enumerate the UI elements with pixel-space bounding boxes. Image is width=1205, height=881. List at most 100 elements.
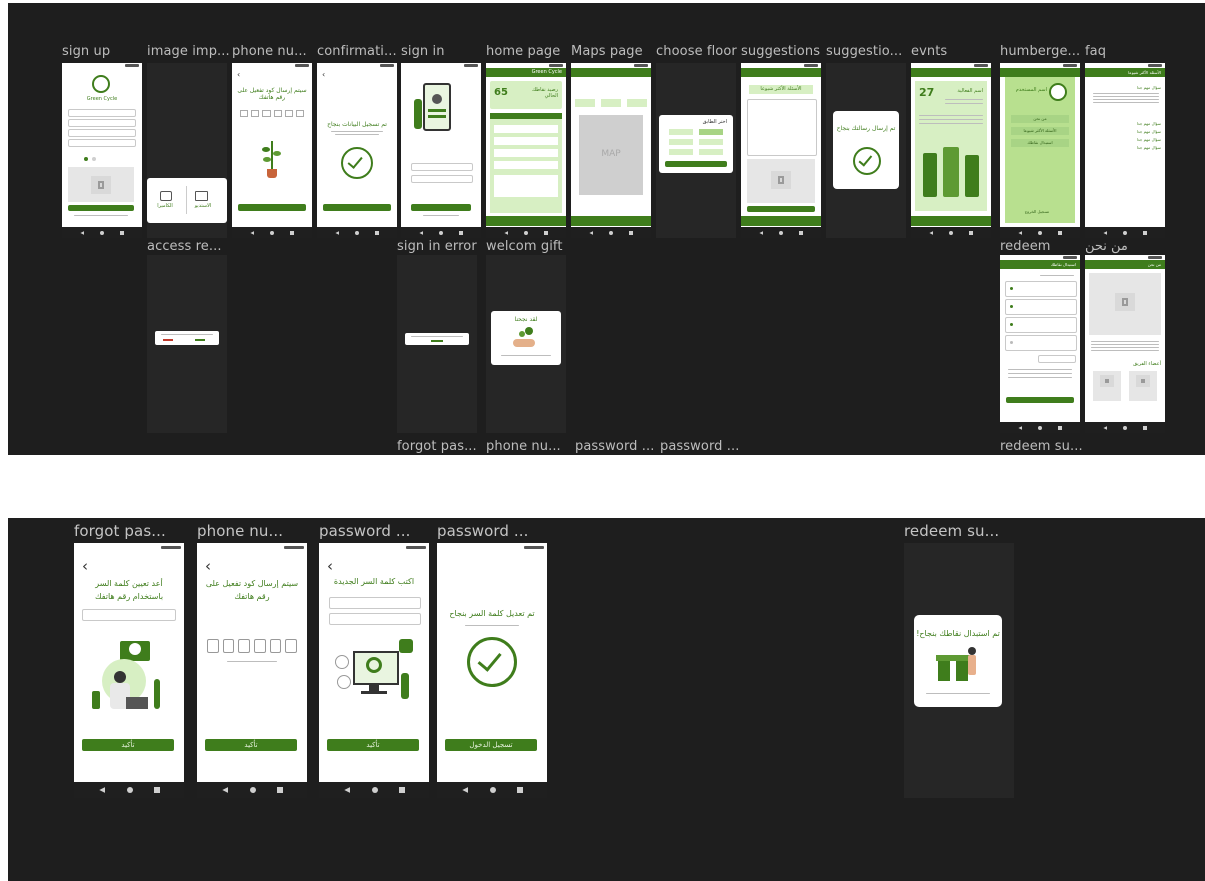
signup-button[interactable] bbox=[68, 205, 134, 211]
home-list-item[interactable] bbox=[494, 125, 558, 133]
redeem-option[interactable] bbox=[1005, 281, 1077, 297]
new-password-field[interactable] bbox=[329, 597, 421, 609]
faq-question[interactable]: سؤال مهم جدا bbox=[1109, 85, 1161, 90]
deny-button[interactable] bbox=[163, 339, 173, 341]
frame-label-faq[interactable]: faq bbox=[1085, 44, 1106, 59]
camera-icon[interactable] bbox=[160, 191, 172, 201]
resend-code-link[interactable] bbox=[227, 661, 277, 662]
frame-label-choose-floor[interactable]: choose floor bbox=[656, 44, 737, 59]
otp-boxes[interactable] bbox=[207, 639, 298, 653]
back-arrow-icon[interactable]: ‹ bbox=[327, 557, 333, 575]
allow-button[interactable] bbox=[195, 339, 205, 341]
redeem-option[interactable] bbox=[1005, 335, 1077, 351]
bottom-tab-bar[interactable] bbox=[486, 216, 566, 226]
frame-redeem[interactable]: استبدال نقاطك bbox=[1000, 255, 1080, 433]
floor-option[interactable] bbox=[699, 139, 723, 145]
frame-events[interactable]: 27 اسم الفعالية bbox=[911, 63, 991, 238]
confirm-password-field[interactable] bbox=[68, 139, 136, 147]
password-field[interactable] bbox=[68, 129, 136, 137]
figma-canvas-bottom[interactable]: forgot pas... phone nu... password ... p… bbox=[8, 518, 1205, 881]
password-field[interactable] bbox=[411, 175, 473, 183]
frame-label-phone-number[interactable]: phone nu... bbox=[486, 439, 561, 454]
suggestion-image-upload[interactable] bbox=[747, 159, 815, 203]
retry-button[interactable] bbox=[431, 340, 443, 342]
redeem-option[interactable] bbox=[1005, 317, 1077, 333]
frame-label-sign-in[interactable]: sign in bbox=[401, 44, 445, 59]
filter-chip[interactable] bbox=[627, 99, 647, 107]
frame-label-password-success[interactable]: password ... bbox=[437, 522, 529, 540]
frame-label-maps-page[interactable]: Maps page bbox=[571, 44, 643, 59]
image-source-sheet[interactable]: الكاميرا الاستديو bbox=[147, 178, 227, 223]
permission-dialog[interactable] bbox=[155, 331, 219, 345]
frame-redeem-success[interactable]: تم استبدال نقاطك بنجاح! bbox=[904, 543, 1014, 798]
frame-label-suggestions[interactable]: suggestions bbox=[741, 44, 820, 59]
frame-faq[interactable]: الأسئلة الأكثر شيوعا سؤال مهم جدا سؤال م… bbox=[1085, 63, 1165, 238]
frame-label-events[interactable]: evnts bbox=[911, 44, 947, 59]
frame-label-sign-up[interactable]: sign up bbox=[62, 44, 110, 59]
menu-item-faq[interactable]: الأسئلة الأكثر شيوعا bbox=[1011, 127, 1069, 135]
map-area[interactable]: MAP bbox=[579, 115, 643, 195]
drawer-menu[interactable]: اسم المستخدم من نحن الأسئلة الأكثر شيوعا… bbox=[1005, 77, 1075, 223]
email-field[interactable] bbox=[68, 119, 136, 127]
back-arrow-icon[interactable]: ‹ bbox=[205, 557, 211, 575]
image-upload-area[interactable] bbox=[68, 167, 134, 202]
event-card[interactable]: 27 اسم الفعالية bbox=[915, 81, 987, 211]
frame-label-forgot-password[interactable]: forgot pas... bbox=[397, 439, 477, 454]
frame-new-password[interactable]: ‹ اكتب كلمة السر الجديدة تأكيد bbox=[319, 543, 429, 798]
frame-label-redeem-success[interactable]: redeem su... bbox=[904, 522, 999, 540]
logout-link[interactable]: تسجيل الخروج bbox=[1009, 209, 1049, 214]
frame-label-phone-number[interactable]: phone nu... bbox=[197, 522, 283, 540]
bottom-tab-bar[interactable] bbox=[911, 216, 991, 226]
frame-label-home-page[interactable]: home page bbox=[486, 44, 560, 59]
back-arrow-icon[interactable]: ‹ bbox=[322, 70, 325, 79]
floor-confirm-button[interactable] bbox=[665, 161, 727, 167]
folder-icon[interactable] bbox=[195, 191, 208, 201]
confirm-button[interactable]: تأكيد bbox=[205, 739, 297, 751]
floor-option[interactable] bbox=[699, 149, 723, 155]
confirm-button[interactable] bbox=[238, 204, 306, 211]
frame-confirmation[interactable]: ‹ تم تسجيل البيانات بنجاح bbox=[317, 63, 397, 238]
frame-password-success[interactable]: تم تعديل كلمة السر بنجاح تسجيل الدخول bbox=[437, 543, 547, 798]
frame-access-request[interactable] bbox=[147, 255, 227, 433]
back-arrow-icon[interactable]: ‹ bbox=[82, 557, 88, 575]
signin-button[interactable] bbox=[411, 204, 471, 211]
frame-label-password[interactable]: password ... bbox=[660, 439, 739, 454]
figma-canvas-top[interactable]: sign up image imp... phone nu... confirm… bbox=[8, 3, 1205, 455]
frame-phone-number[interactable]: ‹ سيتم إرسال كود تفعيل على رقم هاتفك bbox=[232, 63, 312, 238]
faq-question[interactable]: سؤال مهم جدا bbox=[1109, 129, 1161, 134]
filter-chip[interactable] bbox=[575, 99, 595, 107]
bottom-tab-bar[interactable] bbox=[741, 216, 821, 226]
frame-label-redeem-success[interactable]: redeem su... bbox=[1000, 439, 1083, 454]
otp-boxes[interactable] bbox=[240, 110, 305, 117]
menu-item-about[interactable]: من نحن bbox=[1011, 115, 1069, 123]
home-list-item[interactable] bbox=[494, 161, 558, 169]
floor-option[interactable] bbox=[669, 129, 693, 135]
redeem-button[interactable] bbox=[1006, 397, 1074, 403]
frame-image-import[interactable]: الكاميرا الاستديو bbox=[147, 63, 227, 238]
frame-label-redeem[interactable]: redeem bbox=[1000, 239, 1051, 254]
suggestion-textarea[interactable] bbox=[747, 99, 817, 156]
filter-chip[interactable] bbox=[601, 99, 621, 107]
frame-choose-floor[interactable]: اختر الطابق bbox=[656, 63, 736, 238]
floor-option[interactable] bbox=[669, 149, 693, 155]
frame-sign-up[interactable]: Green Cycle bbox=[62, 63, 142, 238]
frame-phone-number[interactable]: ‹ سيتم إرسال كود تفعيل على رقم هاتفك تأك… bbox=[197, 543, 307, 798]
floor-option-selected[interactable] bbox=[699, 129, 723, 135]
frame-label-about[interactable]: من نحن bbox=[1085, 239, 1128, 254]
points-input[interactable] bbox=[1038, 355, 1076, 363]
phone-field[interactable] bbox=[82, 609, 176, 621]
home-list-item[interactable] bbox=[494, 149, 558, 157]
faq-question[interactable]: سؤال مهم جدا bbox=[1109, 121, 1161, 126]
bottom-tab-bar[interactable] bbox=[571, 216, 651, 226]
frame-sign-in-error[interactable] bbox=[397, 255, 477, 433]
confirm-button[interactable]: تأكيد bbox=[82, 739, 174, 751]
frame-suggestion-sent[interactable]: تم إرسال رسالتك بنجاح bbox=[826, 63, 906, 238]
back-arrow-icon[interactable]: ‹ bbox=[237, 70, 240, 79]
frame-label-password-new[interactable]: password ... bbox=[319, 522, 411, 540]
login-button[interactable] bbox=[323, 204, 391, 211]
frame-forgot-password[interactable]: ‹ أعد تعيين كلمة السر باستخدام رقم هاتفك… bbox=[74, 543, 184, 798]
frame-label-sign-in-error[interactable]: sign in error bbox=[397, 239, 477, 254]
username-field[interactable] bbox=[411, 163, 473, 171]
send-button[interactable] bbox=[747, 206, 815, 212]
frame-label-password[interactable]: password ... bbox=[575, 439, 654, 454]
